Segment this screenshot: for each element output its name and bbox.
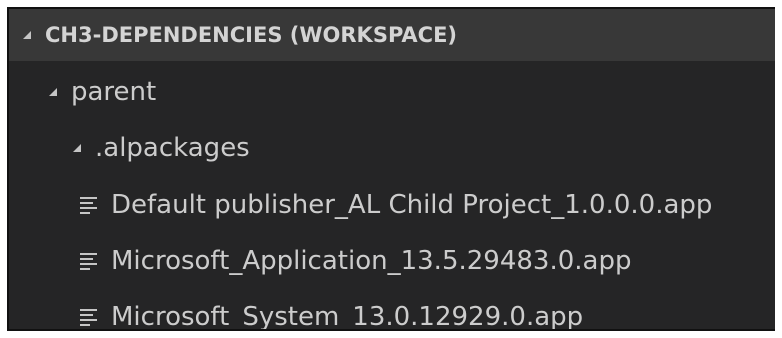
collapse-triangle-icon	[49, 88, 57, 96]
tree-file-item[interactable]: Default publisher_AL Child Project_1.0.0…	[79, 179, 775, 231]
file-label: Microsoft_Application_13.5.29483.0.app	[111, 246, 632, 276]
folder-label: parent	[71, 77, 157, 107]
explorer-panel: CH3-DEPENDENCIES (WORKSPACE) parent .alp…	[7, 7, 775, 331]
file-label: Default publisher_AL Child Project_1.0.0…	[111, 190, 713, 220]
file-icon	[79, 195, 99, 215]
file-label: Microsoft_System_13.0.12929.0.app	[111, 302, 584, 331]
tree-folder-parent[interactable]: parent	[9, 66, 775, 118]
folder-label: .alpackages	[95, 133, 250, 163]
file-icon	[79, 251, 99, 271]
collapse-triangle-icon	[73, 144, 81, 152]
workspace-title: CH3-DEPENDENCIES (WORKSPACE)	[45, 23, 458, 47]
file-icon	[79, 307, 99, 327]
tree-folder-alpackages[interactable]: .alpackages	[9, 122, 775, 174]
collapse-triangle-icon	[23, 31, 31, 39]
tree-file-item[interactable]: Microsoft_System_13.0.12929.0.app	[79, 291, 775, 331]
workspace-header[interactable]: CH3-DEPENDENCIES (WORKSPACE)	[9, 9, 775, 61]
tree-file-item[interactable]: Microsoft_Application_13.5.29483.0.app	[79, 235, 775, 287]
